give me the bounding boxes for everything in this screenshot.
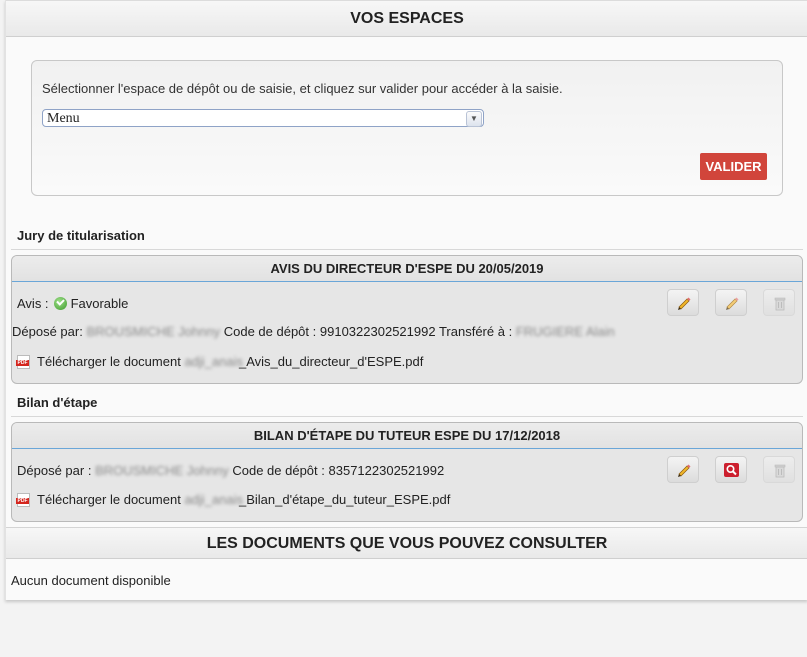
search-icon (724, 463, 739, 477)
pencil-icon (678, 297, 691, 310)
file-name: _Avis_du_directeur_d'ESPE.pdf (238, 354, 424, 369)
card-title: AVIS DU DIRECTEUR D'ESPE DU 20/05/2019 (12, 256, 802, 282)
file-prefix: adji_anais (184, 492, 243, 507)
pencil-icon (726, 297, 739, 310)
section-title-bilan: Bilan d'étape (17, 395, 98, 410)
avis-value: Favorable (70, 296, 129, 311)
delete-button[interactable] (763, 456, 795, 483)
download-label: Télécharger le document (37, 492, 181, 507)
trash-icon (774, 297, 786, 311)
deposited-by: BROUSMICHE Johnny (95, 463, 229, 478)
document-card-bilan: BILAN D'ÉTAPE DU TUTEUR ESPE DU 17/12/20… (11, 422, 803, 522)
section-divider (11, 249, 803, 250)
edit-button[interactable] (667, 456, 699, 483)
pdf-icon (16, 355, 30, 369)
download-link[interactable]: Télécharger le document adji_anais_Avis_… (16, 354, 424, 369)
main-panel: VOS ESPACES Sélectionner l'espace de dép… (5, 0, 807, 600)
empty-documents-text: Aucun document disponible (11, 573, 171, 588)
space-selector-box: Sélectionner l'espace de dépôt ou de sai… (31, 60, 783, 196)
space-select[interactable]: Menu ▼ (42, 109, 484, 127)
code-label: Code de dépôt : (223, 324, 317, 339)
selector-instruction: Sélectionner l'espace de dépôt ou de sai… (42, 81, 563, 96)
deposited-label: Déposé par: (12, 324, 83, 339)
edit-button[interactable] (667, 289, 699, 316)
pencil-icon (678, 464, 691, 477)
download-link[interactable]: Télécharger le document adji_anais_Bilan… (16, 492, 451, 507)
pdf-icon (16, 493, 30, 507)
deposited-by: BROUSMICHE Johnny (86, 324, 221, 339)
code-label: Code de dépôt : (232, 463, 325, 478)
consult-section-title: LES DOCUMENTS QUE VOUS POUVEZ CONSULTER (6, 527, 807, 559)
check-circle-icon (53, 297, 67, 310)
chevron-down-icon[interactable]: ▼ (466, 111, 482, 127)
document-card-avis: AVIS DU DIRECTEUR D'ESPE DU 20/05/2019 A… (11, 255, 803, 384)
download-label: Télécharger le document (37, 354, 181, 369)
section-divider (11, 416, 803, 417)
file-name: _Bilan_d'étape_du_tuteur_ESPE.pdf (238, 492, 451, 507)
card-title: BILAN D'ÉTAPE DU TUTEUR ESPE DU 17/12/20… (12, 423, 802, 449)
page-title: VOS ESPACES (6, 0, 807, 37)
delete-button[interactable] (763, 289, 795, 316)
deposit-line: Déposé par : BROUSMICHE Johnny Code de d… (17, 463, 444, 478)
section-title-jury: Jury de titularisation (17, 228, 145, 243)
deposit-code: 8357122302521992 (328, 463, 445, 478)
transferred-label: Transféré à : (438, 324, 513, 339)
validate-button[interactable]: VALIDER (700, 153, 767, 180)
edit-transfer-button[interactable] (715, 289, 747, 316)
view-button[interactable] (715, 456, 747, 483)
transferred-to: FRUGIERE Alain (515, 324, 615, 339)
avis-label: Avis : (17, 296, 49, 311)
deposited-label: Déposé par : (17, 463, 92, 478)
deposit-code: 9910322302521992 (319, 324, 436, 339)
space-select-value: Menu (47, 111, 80, 126)
trash-icon (774, 464, 786, 478)
deposit-line: Déposé par: BROUSMICHE Johnny Code de dé… (12, 324, 615, 339)
avis-line: Avis : Favorable (17, 296, 128, 311)
file-prefix: adji_anais (184, 354, 243, 369)
